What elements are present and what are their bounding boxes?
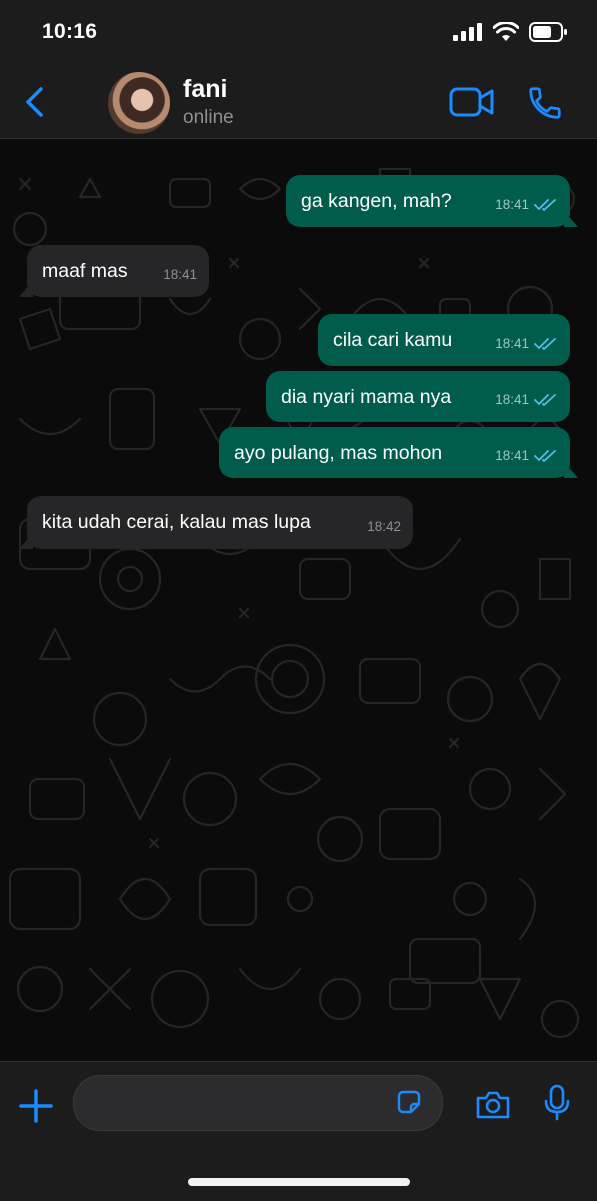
status-time: 10:16 bbox=[42, 20, 98, 43]
chevron-left-icon bbox=[26, 87, 43, 117]
back-button[interactable] bbox=[22, 84, 50, 120]
camera-button[interactable] bbox=[475, 1090, 511, 1125]
video-call-button[interactable] bbox=[449, 86, 495, 123]
message-time: 18:41 bbox=[495, 392, 529, 407]
message-input[interactable] bbox=[92, 1076, 386, 1132]
message-meta: 18:41 bbox=[495, 332, 558, 356]
plus-icon bbox=[19, 1089, 53, 1123]
phone-icon bbox=[529, 87, 561, 119]
status-icons bbox=[453, 22, 567, 42]
message-text: ayo pulang, mas mohon bbox=[234, 442, 443, 464]
message-time: 18:41 bbox=[495, 336, 529, 351]
microphone-button[interactable] bbox=[543, 1084, 571, 1127]
message-meta: 18:41 bbox=[163, 263, 197, 287]
contact-status: online bbox=[183, 107, 234, 128]
chat-area[interactable]: ga kangen, mah? 18:41 maaf mas 18:41 cil… bbox=[0, 139, 597, 1061]
microphone-icon bbox=[544, 1084, 570, 1121]
home-indicator[interactable] bbox=[188, 1178, 410, 1186]
message-text: ga kangen, mah? bbox=[301, 190, 452, 212]
message-meta: 18:41 bbox=[495, 193, 558, 217]
message-outgoing[interactable]: dia nyari mama nya 18:41 bbox=[266, 371, 570, 422]
message-outgoing[interactable]: cila cari kamu 18:41 bbox=[318, 314, 570, 366]
message-incoming[interactable]: maaf mas 18:41 bbox=[19, 245, 209, 297]
message-text: kita udah cerai, kalau mas lupa bbox=[42, 511, 311, 533]
sticker-icon bbox=[397, 1090, 421, 1114]
double-check-read-icon bbox=[534, 199, 556, 211]
cellular-signal-icon bbox=[453, 23, 482, 41]
message-time: 18:41 bbox=[495, 448, 529, 463]
battery-icon bbox=[529, 22, 567, 42]
message-text: cila cari kamu bbox=[333, 329, 453, 351]
camera-icon bbox=[476, 1091, 510, 1119]
message-time: 18:41 bbox=[163, 267, 197, 282]
video-camera-icon bbox=[449, 87, 494, 117]
sticker-button[interactable] bbox=[395, 1088, 423, 1121]
message-input-container[interactable] bbox=[73, 1075, 443, 1132]
message-meta: 18:42 bbox=[367, 515, 401, 539]
message-text: dia nyari mama nya bbox=[281, 386, 452, 408]
message-incoming[interactable]: kita udah cerai, kalau mas lupa 18:42 bbox=[19, 496, 413, 549]
message-outgoing[interactable]: ga kangen, mah? 18:41 bbox=[286, 175, 578, 227]
attach-button[interactable] bbox=[18, 1088, 54, 1129]
message-text: maaf mas bbox=[42, 260, 128, 282]
message-meta: 18:41 bbox=[495, 388, 558, 412]
double-check-read-icon bbox=[534, 450, 556, 462]
message-outgoing[interactable]: ayo pulang, mas mohon 18:41 bbox=[219, 427, 578, 478]
status-bar: 10:16 bbox=[0, 0, 597, 64]
chat-header: fani online bbox=[0, 64, 597, 139]
voice-call-button[interactable] bbox=[526, 84, 564, 127]
message-meta: 18:41 bbox=[495, 444, 558, 468]
message-time: 18:42 bbox=[367, 519, 401, 534]
double-check-read-icon bbox=[534, 338, 556, 350]
contact-name[interactable]: fani bbox=[183, 75, 227, 104]
contact-avatar[interactable] bbox=[108, 72, 170, 134]
double-check-read-icon bbox=[534, 394, 556, 406]
wifi-icon bbox=[493, 22, 519, 41]
message-time: 18:41 bbox=[495, 197, 529, 212]
